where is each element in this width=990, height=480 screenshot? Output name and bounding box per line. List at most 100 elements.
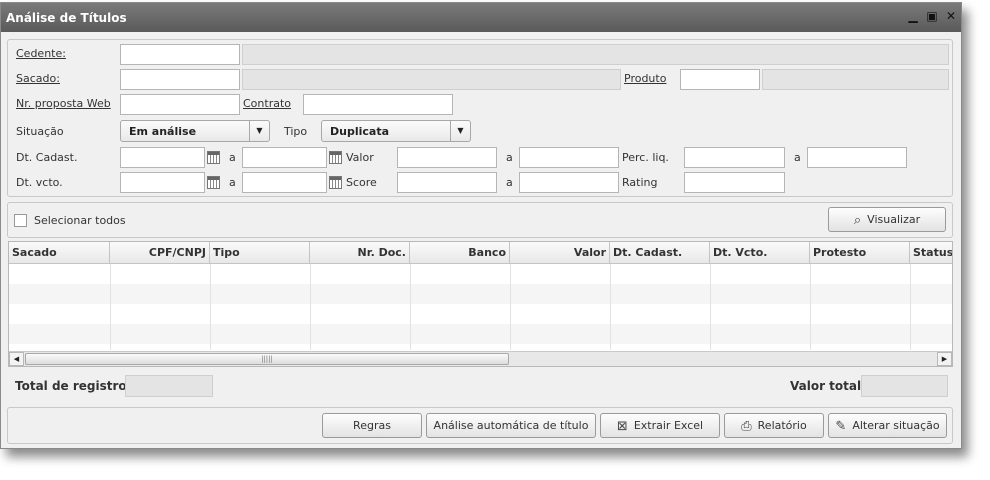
total-registros-label: Total de registros: (15, 379, 139, 393)
title-bar: Análise de Títulos ▁ ▣ ✕ (1, 3, 961, 32)
calendar-icon[interactable] (207, 176, 220, 189)
valor-total-field (861, 375, 948, 397)
chevron-down-icon[interactable]: ▼ (450, 121, 470, 141)
produto-label[interactable]: Produto (624, 72, 666, 85)
dt-cadast-from-input[interactable] (120, 147, 205, 168)
produto-name-field (762, 69, 949, 90)
column-divider (110, 264, 111, 350)
rating-input[interactable] (684, 172, 785, 193)
proposta-web-input[interactable] (120, 94, 240, 115)
sacado-code-input[interactable] (120, 69, 240, 90)
range-separator: a (229, 176, 236, 189)
range-separator: a (506, 176, 513, 189)
column-divider (410, 264, 411, 350)
analise-automatica-button[interactable]: Análise automática de título (426, 413, 596, 438)
cedente-name-field (242, 44, 949, 65)
table-header: Sacado CPF/CNPJ Tipo Nr. Doc. Banco Valo… (9, 242, 952, 264)
visualizar-button[interactable]: ⌕ Visualizar (828, 207, 946, 232)
tipo-label: Tipo (284, 125, 308, 138)
alterar-situacao-label: Alterar situação (852, 419, 940, 432)
scrollbar-thumb[interactable]: ||||| (25, 353, 509, 365)
chevron-down-icon[interactable]: ▼ (249, 121, 269, 141)
situacao-label: Situação (16, 125, 64, 138)
table-row[interactable] (9, 304, 952, 324)
column-divider (510, 264, 511, 350)
score-from-input[interactable] (397, 172, 497, 193)
excel-icon: ⊠ (616, 418, 628, 434)
table-row[interactable] (9, 284, 952, 304)
maximize-icon[interactable]: ▣ (925, 9, 939, 23)
dt-cadast-to-input[interactable] (242, 147, 327, 168)
rating-label: Rating (622, 176, 658, 189)
calendar-icon[interactable] (329, 176, 342, 189)
close-icon[interactable]: ✕ (944, 9, 958, 23)
range-separator: a (506, 151, 513, 164)
column-header-tipo[interactable]: Tipo (210, 242, 310, 264)
dt-vcto-from-input[interactable] (120, 172, 205, 193)
visualizar-label: Visualizar (867, 213, 921, 226)
relatorio-button[interactable]: ⎙ Relatório (724, 413, 824, 438)
contrato-label[interactable]: Contrato (243, 97, 291, 110)
column-header-nr-doc[interactable]: Nr. Doc. (310, 242, 410, 264)
cedente-code-input[interactable] (120, 44, 240, 65)
dt-vcto-to-input[interactable] (242, 172, 327, 193)
sacado-name-field (242, 69, 621, 90)
column-header-sacado[interactable]: Sacado (9, 242, 110, 264)
range-separator: a (794, 151, 801, 164)
regras-button[interactable]: Regras (322, 413, 422, 438)
horizontal-scrollbar[interactable]: ◀ ||||| ▶ (9, 351, 952, 366)
edit-icon: ✎ (835, 418, 847, 434)
column-header-dt-vcto[interactable]: Dt. Vcto. (710, 242, 810, 264)
situacao-select[interactable]: Em análise ▼ (120, 120, 270, 142)
proposta-web-label[interactable]: Nr. proposta Web (16, 97, 111, 110)
produto-code-input[interactable] (680, 69, 760, 90)
column-header-dt-cadast[interactable]: Dt. Cadast. (610, 242, 710, 264)
column-header-protesto[interactable]: Protesto (810, 242, 910, 264)
dt-cadast-label: Dt. Cadast. (16, 151, 78, 164)
cedente-label[interactable]: Cedente: (16, 47, 66, 60)
valor-to-input[interactable] (519, 147, 619, 168)
relatorio-label: Relatório (757, 419, 807, 432)
column-divider (210, 264, 211, 350)
perc-liq-label: Perc. liq. (622, 151, 669, 164)
situacao-value: Em análise (129, 125, 197, 138)
valor-total-label: Valor total: (790, 379, 866, 393)
table-row[interactable] (9, 264, 952, 284)
titles-table: Sacado CPF/CNPJ Tipo Nr. Doc. Banco Valo… (8, 241, 953, 367)
column-divider (710, 264, 711, 350)
score-label: Score (346, 176, 377, 189)
scroll-right-icon[interactable]: ▶ (937, 352, 952, 366)
tipo-value: Duplicata (330, 125, 390, 138)
sacado-label[interactable]: Sacado: (16, 72, 60, 85)
column-divider (910, 264, 911, 350)
valor-label: Valor (346, 151, 374, 164)
column-header-banco[interactable]: Banco (410, 242, 510, 264)
printer-icon: ⎙ (741, 418, 752, 434)
column-divider (310, 264, 311, 350)
perc-liq-from-input[interactable] (684, 147, 785, 168)
calendar-icon[interactable] (207, 151, 220, 164)
column-divider (810, 264, 811, 350)
filters-panel: Cedente: Sacado: Produto Nr. proposta We… (7, 39, 953, 197)
extrair-excel-button[interactable]: ⊠ Extrair Excel (600, 413, 720, 438)
calendar-icon[interactable] (329, 151, 342, 164)
contrato-input[interactable] (303, 94, 453, 115)
select-all-checkbox[interactable] (14, 214, 27, 227)
column-header-cpf-cnpj[interactable]: CPF/CNPJ (110, 242, 210, 264)
extrair-excel-label: Extrair Excel (633, 419, 704, 432)
total-registros-field (125, 375, 213, 397)
column-header-valor[interactable]: Valor (510, 242, 610, 264)
perc-liq-to-input[interactable] (807, 147, 907, 168)
toolbar-panel (7, 202, 953, 238)
select-all-label: Selecionar todos (34, 214, 126, 227)
valor-from-input[interactable] (397, 147, 497, 168)
minimize-icon[interactable]: ▁ (906, 9, 920, 23)
search-icon: ⌕ (853, 212, 862, 228)
tipo-select[interactable]: Duplicata ▼ (321, 120, 471, 142)
range-separator: a (229, 151, 236, 164)
scroll-left-icon[interactable]: ◀ (9, 352, 24, 366)
alterar-situacao-button[interactable]: ✎ Alterar situação (828, 413, 947, 438)
column-header-status[interactable]: Status (910, 242, 952, 264)
score-to-input[interactable] (519, 172, 619, 193)
table-row[interactable] (9, 324, 952, 344)
